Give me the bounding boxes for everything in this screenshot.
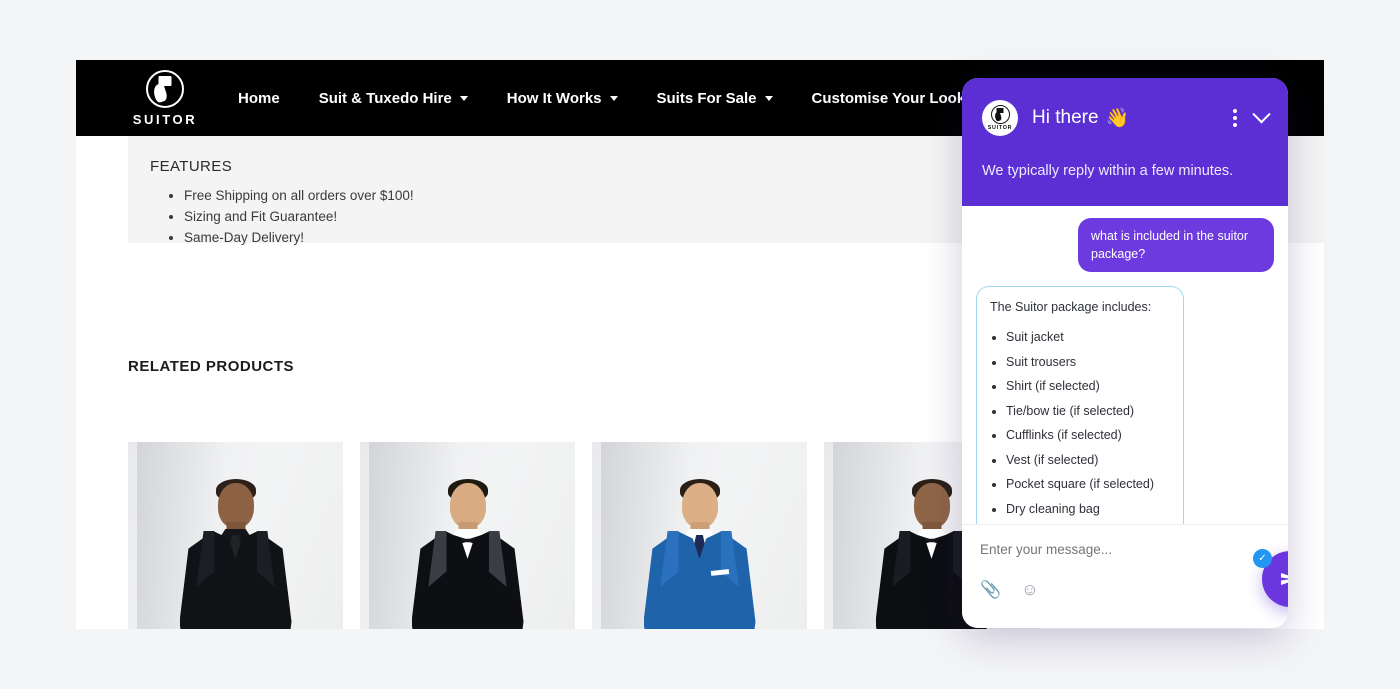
- suitor-circle-logo-icon: [146, 69, 184, 108]
- chevron-down-icon: [764, 95, 773, 101]
- list-item: Suit jacket: [1006, 325, 1170, 350]
- nav-item-label: How It Works: [506, 89, 602, 107]
- paper-plane-icon: [1281, 573, 1288, 585]
- nav-item-home[interactable]: Home: [238, 90, 280, 107]
- chat-header-top: SUITOR Hi there 👋: [982, 100, 1271, 136]
- brand-logo[interactable]: SUITOR: [132, 69, 198, 127]
- model-figure: [393, 473, 543, 629]
- chat-title-text: Hi there: [1032, 107, 1099, 128]
- nav-item-label: Suit & Tuxedo Hire: [318, 89, 452, 107]
- chat-subtitle: We typically reply within a few minutes.: [982, 163, 1234, 179]
- bot-reply-list: Suit jacket Suit trousers Shirt (if sele…: [1006, 325, 1170, 521]
- product-photo: [360, 442, 575, 629]
- product-card[interactable]: [128, 442, 343, 629]
- chevron-down-icon: [609, 95, 618, 101]
- list-item: Suit trousers: [1006, 350, 1170, 375]
- list-item: Shirt (if selected): [1006, 374, 1170, 399]
- nav-item-customise-your-look[interactable]: Customise Your Look: [812, 90, 966, 107]
- nav-item-suit-tuxedo-hire[interactable]: Suit & Tuxedo Hire: [319, 90, 468, 107]
- avatar: SUITOR: [982, 100, 1018, 136]
- chat-title: Hi there 👋: [1032, 106, 1129, 130]
- product-photo: [592, 442, 807, 629]
- bot-reply-intro: The Suitor package includes:: [990, 300, 1152, 314]
- chat-message-input[interactable]: [980, 542, 1190, 557]
- chat-footer-icons: 📎 ☺: [980, 581, 1272, 598]
- related-products-heading: RELATED PRODUCTS: [128, 358, 295, 375]
- related-products-grid: [128, 442, 1039, 629]
- nav-item-label: Home: [238, 89, 280, 107]
- nav-item-label: Suits For Sale: [656, 89, 757, 107]
- waving-hand-icon: 👋: [1105, 108, 1130, 129]
- chevron-down-icon: [459, 95, 468, 101]
- nav-item-how-it-works[interactable]: How It Works: [507, 90, 618, 107]
- brand-wordmark: SUITOR: [132, 111, 198, 127]
- chat-widget: SUITOR Hi there 👋 We typically reply wit…: [962, 78, 1288, 628]
- smiley-icon[interactable]: ☺: [1021, 581, 1038, 598]
- chat-header: SUITOR Hi there 👋 We typically reply wit…: [962, 78, 1288, 206]
- main-nav: Home Suit & Tuxedo Hire How It Works Sui…: [238, 90, 1004, 107]
- chevron-down-icon[interactable]: [1252, 104, 1271, 123]
- list-item: Vest (if selected): [1006, 448, 1170, 473]
- product-photo: [128, 442, 343, 629]
- chat-message-user: what is included in the suitor package?: [1078, 218, 1274, 272]
- model-figure: [625, 473, 775, 629]
- model-figure: [161, 473, 311, 629]
- nav-item-label: Customise Your Look: [811, 89, 966, 107]
- product-card[interactable]: [592, 442, 807, 629]
- chat-message-list[interactable]: what is included in the suitor package? …: [962, 206, 1288, 524]
- list-item: Pocket square (if selected): [1006, 472, 1170, 497]
- paperclip-icon[interactable]: 📎: [980, 581, 1001, 598]
- list-item: Tie/bow tie (if selected): [1006, 399, 1170, 424]
- list-item: Dry cleaning bag: [1006, 497, 1170, 522]
- check-badge-icon: ✓: [1253, 549, 1272, 568]
- product-card[interactable]: [360, 442, 575, 629]
- kebab-menu-icon[interactable]: [1233, 109, 1237, 127]
- avatar-wordmark: SUITOR: [987, 125, 1013, 131]
- list-item: Cufflinks (if selected): [1006, 423, 1170, 448]
- nav-item-suits-for-sale[interactable]: Suits For Sale: [657, 90, 773, 107]
- suitor-circle-logo-icon: [990, 105, 1010, 124]
- chat-header-actions: [1233, 104, 1271, 127]
- chat-footer: 📎 ☺ ✓: [962, 524, 1288, 628]
- chat-message-bot: The Suitor package includes: Suit jacket…: [976, 286, 1184, 524]
